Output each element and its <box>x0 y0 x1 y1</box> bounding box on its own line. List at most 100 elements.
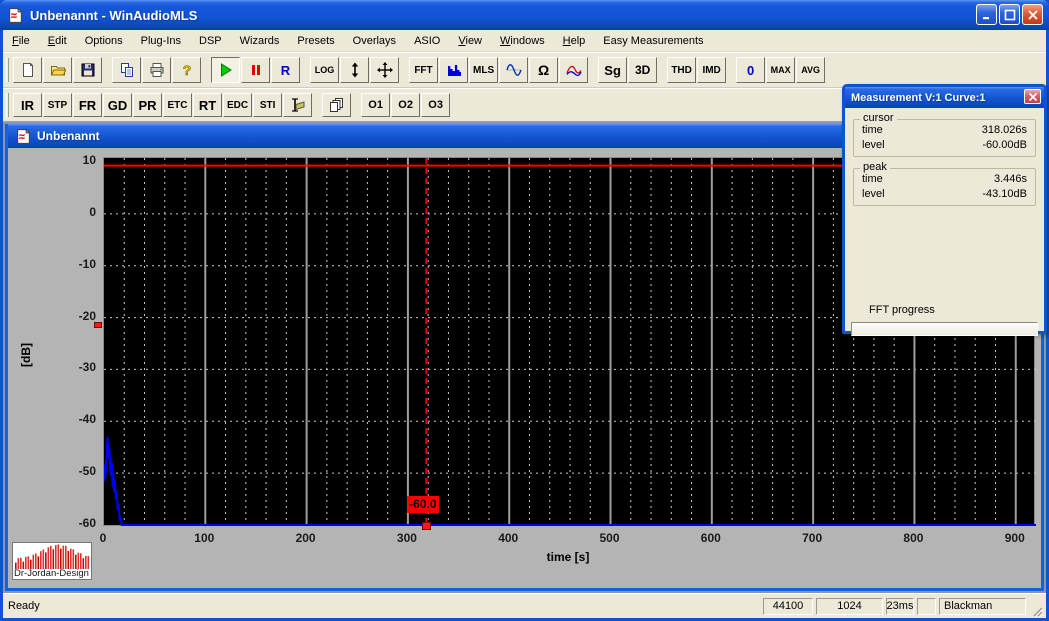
toolbar-gripper[interactable] <box>6 93 9 117</box>
generator-icon <box>290 97 306 113</box>
sti-button-label: STI <box>260 100 276 111</box>
menu-wizards[interactable]: Wizards <box>231 32 289 50</box>
menu-dsp[interactable]: DSP <box>190 32 231 50</box>
y-tick-label: -50 <box>46 464 96 478</box>
menu-edit[interactable]: Edit <box>39 32 76 50</box>
signal-generator-button[interactable]: Sg <box>598 57 627 83</box>
menu-easy-measurements[interactable]: Easy Measurements <box>594 32 712 50</box>
menu-view[interactable]: View <box>449 32 491 50</box>
peak-time-label: time <box>862 172 883 187</box>
menu-file[interactable]: File <box>3 32 39 50</box>
x-tick-label: 200 <box>281 531 331 545</box>
rt-button-label: RT <box>199 98 216 113</box>
rt-button[interactable]: RT <box>193 93 222 117</box>
measurement-panel-title-bar[interactable]: Measurement V:1 Curve:1 <box>845 87 1044 108</box>
sti-button[interactable]: STI <box>253 93 282 117</box>
edc-button-label: EDC <box>227 100 248 111</box>
menu-presets[interactable]: Presets <box>288 32 343 50</box>
record-button[interactable]: R <box>271 57 300 83</box>
logo-text: Dr-Jordan-Design <box>14 568 89 579</box>
arrows-vertical-icon <box>347 62 363 78</box>
peak-level-row: level-43.10dB <box>860 187 1029 202</box>
menu-asio[interactable]: ASIO <box>405 32 449 50</box>
peak-time-row: time3.446s <box>860 172 1029 187</box>
open-folder-icon <box>50 62 66 78</box>
thd-button[interactable]: THD <box>667 57 696 83</box>
log-scale-button[interactable]: LOG <box>310 57 339 83</box>
menu-overlays[interactable]: Overlays <box>344 32 405 50</box>
zero-button-label: 0 <box>747 63 754 78</box>
save-button[interactable] <box>73 57 102 83</box>
edc-button[interactable]: EDC <box>223 93 252 117</box>
copy-button[interactable] <box>112 57 141 83</box>
avg-button-label: AVG <box>801 65 820 75</box>
level-marker-handle[interactable] <box>94 322 102 328</box>
pr-button[interactable]: PR <box>133 93 162 117</box>
impedance-button[interactable]: Ω <box>529 57 558 83</box>
imd-button[interactable]: IMD <box>697 57 726 83</box>
gd-button[interactable]: GD <box>103 93 132 117</box>
pause-button[interactable] <box>241 57 270 83</box>
overlay-1-button[interactable]: O1 <box>361 93 390 117</box>
minimize-button[interactable] <box>976 4 997 25</box>
new-button[interactable] <box>13 57 42 83</box>
app-icon <box>7 7 24 24</box>
measurement-panel-close-icon[interactable] <box>1024 89 1041 104</box>
overlay-curves-button[interactable] <box>559 57 588 83</box>
move-button[interactable] <box>370 57 399 83</box>
mls-button[interactable]: MLS <box>469 57 498 83</box>
toolbar-group <box>322 93 352 117</box>
menu-plug-ins[interactable]: Plug-Ins <box>132 32 190 50</box>
sine-wave-icon <box>506 62 522 78</box>
signal-button[interactable] <box>499 57 528 83</box>
print-button[interactable] <box>142 57 171 83</box>
play-button[interactable] <box>211 57 240 83</box>
maximize-button[interactable] <box>999 4 1020 25</box>
overlay-3-button[interactable]: O3 <box>421 93 450 117</box>
generator-setup-button[interactable] <box>283 93 312 117</box>
vendor-logo: Dr-Jordan-Design <box>12 542 92 580</box>
etc-button[interactable]: ETC <box>163 93 192 117</box>
cascade-windows-button[interactable] <box>322 93 351 117</box>
vertical-zoom-button[interactable] <box>340 57 369 83</box>
mls-button-label: MLS <box>473 65 494 76</box>
zero-button[interactable]: 0 <box>736 57 765 83</box>
cursor-time-row: time318.026s <box>860 123 1029 138</box>
overlay-2-button[interactable]: O2 <box>391 93 420 117</box>
title-bar[interactable]: Unbenannt - WinAudioMLS <box>0 0 1049 30</box>
avg-button[interactable]: AVG <box>796 57 825 83</box>
close-button[interactable] <box>1022 4 1043 25</box>
status-bar: Ready 44100102423msBlackman <box>3 593 1046 618</box>
resize-grip-icon[interactable] <box>1030 604 1044 618</box>
overlay-curves-icon <box>566 62 582 78</box>
fr-button[interactable]: FR <box>73 93 102 117</box>
open-button[interactable] <box>43 57 72 83</box>
log-scale-button-label: LOG <box>315 65 335 75</box>
arrows-move-icon <box>377 62 393 78</box>
toolbar-group: R <box>211 57 301 83</box>
fft-button[interactable]: FFT <box>409 57 438 83</box>
new-document-icon <box>20 62 36 78</box>
time-cursor-handle[interactable] <box>422 522 431 530</box>
thd-button-label: THD <box>671 65 692 76</box>
ir-button[interactable]: IR <box>13 93 42 117</box>
x-axis-label: time [s] <box>488 550 648 564</box>
menu-options[interactable]: Options <box>76 32 132 50</box>
toolbar-group: LOG <box>310 57 400 83</box>
3d-button[interactable]: 3D <box>628 57 657 83</box>
help-button[interactable]: ? <box>172 57 201 83</box>
toolbar-group: IRSTPFRGDPRETC RT EDC STI <box>13 93 313 117</box>
chart-window-title: Unbenannt <box>37 129 100 143</box>
toolbar-group: THD IMD <box>667 57 727 83</box>
measurement-panel-body: cursortime318.026slevel-60.00dBpeaktime3… <box>845 119 1044 342</box>
toolbar-group: O1O2 O3 <box>361 93 451 117</box>
spectrum-button[interactable] <box>439 57 468 83</box>
toolbar-gripper[interactable] <box>6 58 9 82</box>
stp-button[interactable]: STP <box>43 93 72 117</box>
overlay-3-button-label: O3 <box>428 99 443 111</box>
x-tick-label: 700 <box>787 531 837 545</box>
menu-help[interactable]: Help <box>554 32 595 50</box>
menu-windows[interactable]: Windows <box>491 32 554 50</box>
max-button[interactable]: MAX <box>766 57 795 83</box>
toolbar-main: ? R LOG FFT MLS Ω Sg3D THD IMD 0 MAX AVG <box>3 52 1046 88</box>
